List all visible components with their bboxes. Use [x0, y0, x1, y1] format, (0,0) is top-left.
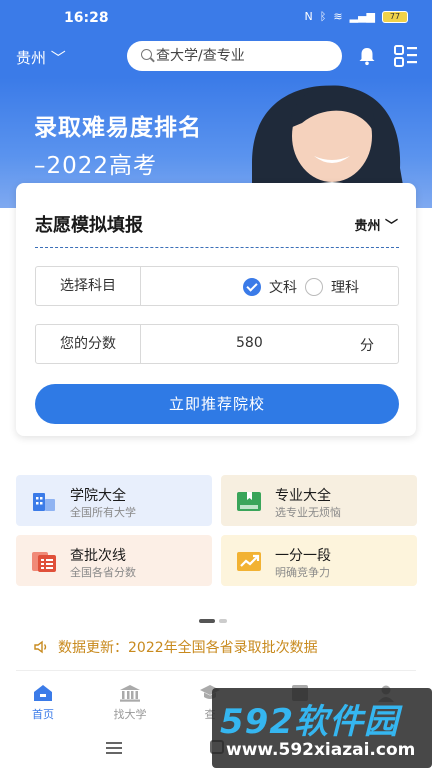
status-time: 16:28: [64, 10, 109, 26]
score-unit: 分: [360, 338, 374, 354]
menu-grid-icon[interactable]: [393, 44, 419, 68]
feature-subtitle: 全国所有大学: [70, 506, 136, 519]
top-header: 贵州 ﹀: [0, 36, 432, 78]
search-icon: [141, 49, 152, 60]
book-icon: [237, 492, 261, 511]
recommend-button[interactable]: 立即推荐院校: [35, 384, 399, 424]
notice-text: 数据更新：2022年全国各省录取批次数据: [58, 640, 318, 656]
watermark-brand: 592软件园: [220, 702, 399, 742]
pager-dot: [219, 619, 227, 623]
tab-find-college[interactable]: 找大学: [100, 684, 160, 722]
data-update-notice[interactable]: 数据更新：2022年全国各省录取批次数据: [34, 637, 318, 657]
banner-subtitle: –2022高考: [34, 153, 158, 179]
score-row: 您的分数 580 分: [35, 324, 399, 364]
radio-wenke-label: 文科: [269, 280, 297, 296]
radio-like-label: 理科: [331, 280, 359, 296]
feature-majors[interactable]: 专业大全 选专业无烦恼: [221, 475, 417, 526]
feature-batch-lines[interactable]: 查批次线 全国各省分数: [16, 535, 212, 586]
feature-subtitle: 明确竞争力: [275, 566, 330, 579]
list-icon: [32, 552, 56, 572]
trend-icon: [237, 552, 261, 571]
radio-like[interactable]: 理科: [305, 277, 359, 297]
feature-subtitle: 选专业无烦恼: [275, 506, 341, 519]
feature-title: 查批次线: [70, 548, 126, 564]
province-selector[interactable]: 贵州 ﹀: [354, 215, 398, 234]
city-label: 贵州: [16, 49, 47, 67]
score-input[interactable]: 580: [236, 335, 263, 351]
page-indicator: [199, 619, 227, 623]
feature-title: 学院大全: [70, 488, 126, 504]
tab-label: 首页: [32, 708, 54, 721]
pager-dot-active: [199, 619, 215, 623]
checked-radio-icon: [243, 278, 261, 296]
speaker-icon: [34, 640, 47, 654]
bell-icon[interactable]: [357, 46, 377, 66]
search-input[interactable]: [156, 46, 332, 66]
feature-title: 一分一段: [275, 548, 331, 564]
chevron-down-icon: ﹀: [384, 219, 398, 234]
search-box[interactable]: [127, 41, 342, 71]
nfc-icon: N: [304, 10, 313, 23]
score-label: 您的分数: [36, 325, 141, 363]
battery-icon: 77: [382, 10, 408, 23]
city-selector[interactable]: 贵州 ﹀: [16, 47, 66, 68]
form-title: 志愿模拟填报: [35, 215, 143, 236]
wifi-icon: ≋: [333, 10, 343, 23]
radio-wenke[interactable]: 文科: [243, 277, 297, 297]
signal-icon: ▂▄▆: [349, 10, 375, 23]
divider: [16, 670, 416, 671]
status-icons: N ᛒ ≋ ▂▄▆ 77: [305, 10, 408, 23]
watermark-url: www.592xiazai.com: [226, 740, 416, 760]
dashed-divider: [35, 247, 399, 248]
university-icon: [120, 685, 140, 702]
home-icon: [34, 685, 52, 701]
subject-row: 选择科目 文科 理科: [35, 266, 399, 306]
banner-title: 录取难易度排名: [34, 115, 202, 141]
province-label: 贵州: [354, 219, 381, 234]
bluetooth-icon: ᛒ: [319, 10, 327, 23]
feature-score-segments[interactable]: 一分一段 明确竞争力: [221, 535, 417, 586]
recent-apps-icon[interactable]: [106, 742, 122, 754]
tab-home[interactable]: 首页: [13, 684, 73, 722]
status-bar: 16:28 N ᛒ ≋ ▂▄▆ 77: [0, 0, 432, 36]
volunteer-form-card: 志愿模拟填报 贵州 ﹀ 选择科目 文科 理科 您的分数 580 分 立即推荐院校: [16, 183, 416, 436]
unchecked-radio-icon: [305, 278, 323, 296]
chevron-down-icon: ﹀: [50, 49, 66, 67]
feature-colleges[interactable]: 学院大全 全国所有大学: [16, 475, 212, 526]
watermark-logo: 592软件园 www.592xiazai.com: [212, 688, 432, 768]
building-icon: [33, 493, 55, 511]
feature-title: 专业大全: [275, 488, 331, 504]
feature-subtitle: 全国各省分数: [70, 566, 136, 579]
subject-label: 选择科目: [36, 267, 141, 305]
tab-label: 找大学: [113, 708, 147, 721]
